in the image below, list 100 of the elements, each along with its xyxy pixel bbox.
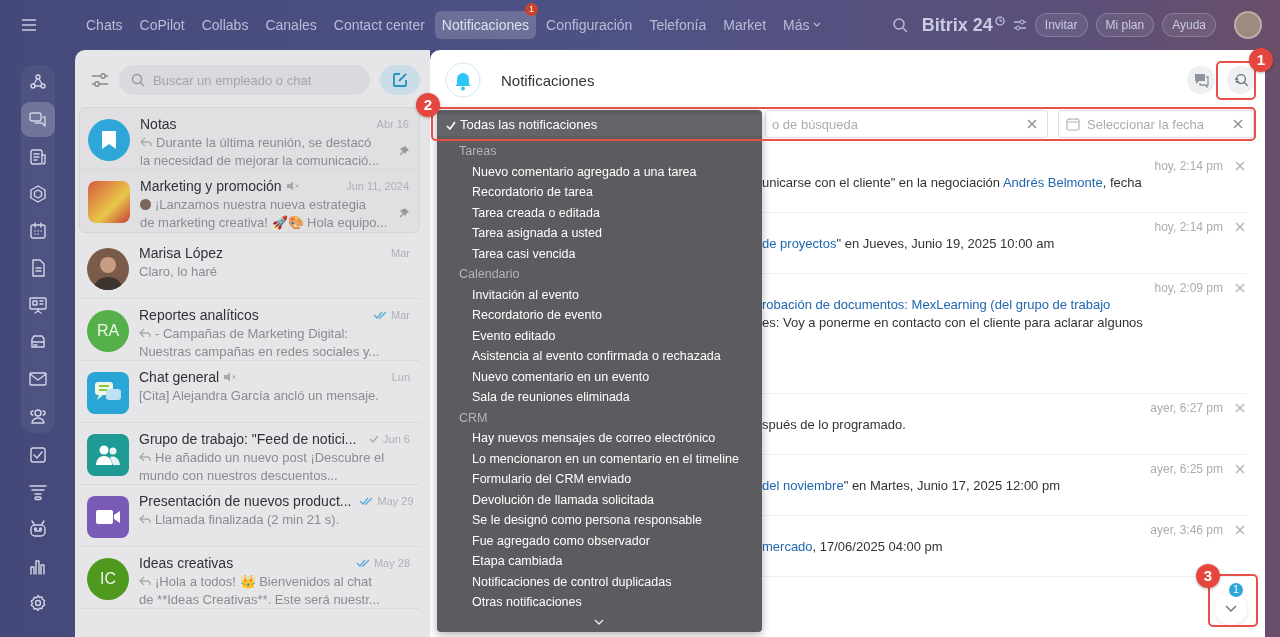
notification-text: " en Jueves, Junio 19, 2025 10:00 am [836, 236, 1055, 251]
dropdown-option[interactable]: Todas las notificaciones [437, 114, 762, 136]
nav-tab[interactable]: Configuración [539, 11, 640, 39]
dropdown-option[interactable]: Se le designó como persona responsable [437, 510, 762, 531]
link[interactable]: robación de documentos: MexLearning (del grupo de trabajo [762, 297, 1111, 312]
message-preview: Llamada finalizada (2 min 21 s). [155, 511, 340, 527]
close-icon[interactable] [1235, 464, 1245, 474]
nav-tab[interactable]: Collabs [194, 11, 256, 39]
notification-time: ayer, 3:46 pm [1150, 523, 1223, 537]
board-icon[interactable] [28, 295, 47, 314]
dropdown-option[interactable]: Tarea creada o editada [437, 202, 762, 223]
close-icon[interactable] [1235, 222, 1245, 232]
close-icon[interactable] [1235, 161, 1245, 171]
notification-text: spués de lo programado. [762, 417, 906, 432]
dropdown-option[interactable]: Formulario del CRM enviado [437, 469, 762, 490]
date-field[interactable]: Seleccionar la fecha [1058, 110, 1254, 138]
notification-badge: 1 [525, 3, 538, 16]
nav-tab[interactable]: Contact center [326, 11, 432, 39]
close-icon[interactable] [1235, 525, 1245, 535]
chat-name: Notas [140, 116, 177, 132]
dropdown-option[interactable]: Asistencia al evento confirmada o rechazada [437, 346, 762, 367]
nav-tab[interactable]: Canales [258, 11, 324, 39]
dropdown-option[interactable]: Otras notificaciones [437, 592, 762, 613]
notification-text: " en Martes, Junio 17, 2025 12:00 pm [843, 478, 1061, 493]
mail-icon[interactable] [28, 369, 47, 388]
checkbox-icon[interactable] [28, 445, 47, 464]
dropdown-option[interactable]: Nuevo comentario en un evento [437, 366, 762, 387]
flow-icon[interactable] [28, 73, 47, 92]
initials-avatar: IC [87, 558, 129, 600]
dropdown-option[interactable]: Lo mencionaron en un comentario en el timeline [437, 448, 762, 469]
dropdown-option[interactable]: Evento editado [437, 325, 762, 346]
dropdown-option[interactable]: Devolución de llamada solicitada [437, 489, 762, 510]
group-header: Calendario [458, 266, 521, 283]
chat-item[interactable]: RA Reportes analíticos Mar - Campañas de Marketing Digital: Nuestras campañas en redes sociales y... [79, 299, 420, 361]
nav-tab[interactable]: Chats [79, 11, 130, 39]
sliders-icon[interactable] [1012, 19, 1027, 31]
nav-tab[interactable]: CoPilot [132, 11, 192, 39]
calendar-icon [1066, 117, 1080, 131]
search-history-button[interactable] [1227, 66, 1255, 94]
scroll-down-button[interactable] [1215, 593, 1247, 625]
link[interactable]: Andrés Belmonte [1002, 175, 1103, 190]
search-icon[interactable] [891, 17, 908, 33]
chat-bubbles-icon[interactable] [1193, 72, 1209, 88]
dropdown-option[interactable]: Sala de reuniones eliminada [437, 387, 762, 408]
dropdown-option[interactable]: Recordatorio de tarea [437, 182, 762, 203]
dropdown-option[interactable]: Hay nuevos mensajes de correo electrónico [437, 428, 762, 449]
dropdown-option[interactable]: Recordatorio de evento [437, 305, 762, 326]
funnel-icon[interactable] [28, 482, 47, 501]
notification-time: hoy, 2:09 pm [1154, 281, 1223, 295]
notification-time: ayer, 6:25 pm [1150, 462, 1223, 476]
link[interactable]: del noviembre [762, 478, 844, 493]
message-preview: Nuestras campañas en redes sociales y... [139, 343, 380, 359]
close-icon[interactable] [1235, 403, 1245, 413]
group-header: Tareas [458, 143, 498, 160]
initials-avatar: RA [87, 310, 129, 352]
nav-tab[interactable]: Más [776, 11, 829, 39]
header-button[interactable]: Mi plan [1095, 13, 1155, 37]
close-icon[interactable] [1235, 283, 1245, 293]
dropdown-option[interactable]: Tarea asignada a usted [437, 223, 762, 244]
close-icon[interactable] [1233, 119, 1243, 129]
sliders-icon[interactable] [91, 73, 109, 87]
clock-icon [994, 16, 1005, 26]
news-icon[interactable] [28, 147, 47, 166]
edit-icon[interactable] [392, 72, 408, 88]
nav-tab[interactable]: Notificaciones [434, 11, 536, 39]
notification-text: , fecha [1102, 175, 1142, 190]
chat-name: Presentación de nuevos product... [139, 493, 352, 509]
chat-time: Mar [391, 247, 410, 259]
chat-item[interactable]: Chat general Lun [Cita] Alejandra García ancló un mensaje. [79, 361, 420, 423]
dropdown-option[interactable]: Nuevo comentario agregado a una tarea [437, 161, 762, 182]
nav-tab[interactable]: Market [716, 11, 774, 39]
settings-icon[interactable] [28, 593, 47, 612]
user-avatar[interactable] [1234, 11, 1262, 39]
chat-icon[interactable] [28, 110, 47, 129]
link[interactable]: mercado [762, 539, 813, 554]
header-button[interactable]: Invitar [1034, 13, 1088, 37]
chevron-down-icon[interactable] [1225, 605, 1237, 613]
dropdown-option[interactable]: Fue agregado como observador [437, 530, 762, 551]
dropdown-option[interactable]: Etapa cambiada [437, 551, 762, 572]
message-preview: - Campañas de Marketing Digital: [155, 325, 348, 341]
dropdown-option[interactable]: Notificaciones de control duplicadas [437, 571, 762, 592]
chat-name: Ideas creativas [139, 555, 234, 571]
dropdown-option[interactable]: Tarea casi vencida [437, 243, 762, 264]
chat-item[interactable]: Marisa López Mar Claro, lo haré [79, 237, 420, 299]
nav-tab[interactable]: Telefonía [642, 11, 714, 39]
close-icon[interactable] [1027, 119, 1037, 129]
chat-bubbles-button[interactable] [1187, 66, 1215, 94]
drive-icon[interactable] [28, 332, 47, 351]
header-button[interactable]: Ayuda [1162, 13, 1216, 37]
calendar-icon[interactable] [28, 221, 47, 240]
search-list-icon[interactable] [1233, 72, 1249, 88]
counter-badge: 1 [1229, 583, 1243, 597]
link[interactable]: de proyectos [762, 236, 837, 251]
people-icon[interactable] [28, 406, 47, 425]
hexagon-icon[interactable] [28, 184, 47, 203]
robot-icon[interactable] [28, 519, 47, 538]
new-chat-button[interactable] [380, 65, 420, 95]
dropdown-option[interactable]: Invitación al evento [437, 284, 762, 305]
menu-icon[interactable] [21, 19, 37, 31]
search-field[interactable]: o de búsqueda [765, 110, 1048, 138]
